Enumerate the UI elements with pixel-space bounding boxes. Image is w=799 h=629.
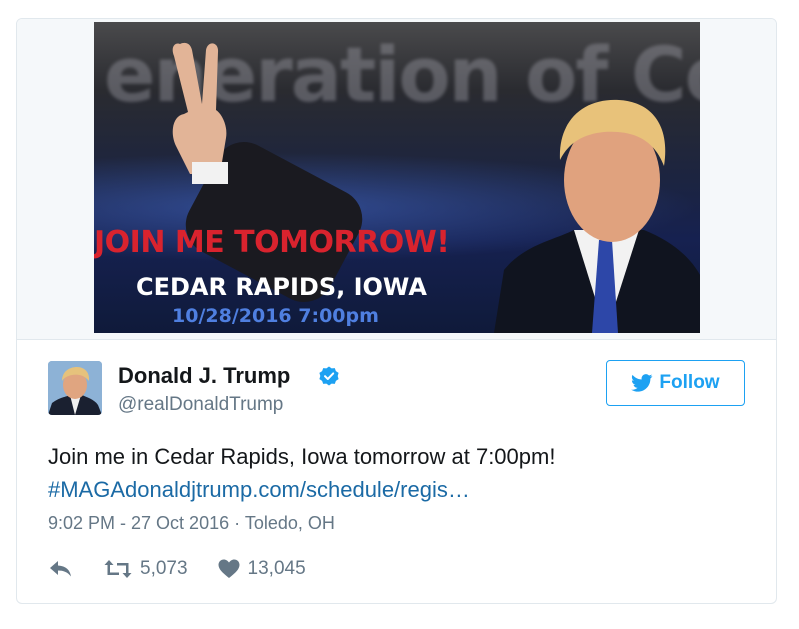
- follow-button[interactable]: Follow: [606, 360, 745, 406]
- tweet-link[interactable]: #MAGAdonaldjtrump.com/schedule/regis…: [48, 474, 470, 505]
- bird-icon: [631, 374, 653, 392]
- tweet-text: Join me in Cedar Rapids, Iowa tomorrow a…: [48, 444, 556, 469]
- like-button[interactable]: 13,045: [218, 558, 306, 580]
- image-date: 10/28/2016 7:00pm: [172, 305, 379, 327]
- peace-sign-hand: [172, 42, 228, 184]
- retweet-button[interactable]: 5,073: [104, 558, 188, 580]
- follow-button-label: Follow: [659, 372, 720, 393]
- like-count: 13,045: [247, 558, 306, 579]
- tweet-meta: 9:02 PM - 27 Oct 2016 · Toledo, OH: [48, 513, 335, 534]
- tweet-card: eneration of Co JOIN ME TOMORROW! CEDAR …: [16, 18, 777, 604]
- speaker-figure: [494, 99, 700, 333]
- author-handle[interactable]: @realDonaldTrump: [118, 394, 283, 416]
- meta-separator: ·: [234, 513, 241, 533]
- reply-icon: [50, 561, 71, 577]
- heart-icon: [218, 559, 240, 578]
- verified-badge-icon: [319, 366, 339, 386]
- media-container: eneration of Co JOIN ME TOMORROW! CEDAR …: [17, 19, 776, 340]
- image-subheadline: CEDAR RAPIDS, IOWA: [136, 273, 427, 301]
- tweet-location[interactable]: Toledo, OH: [245, 513, 335, 533]
- retweet-icon: [104, 560, 132, 578]
- reply-button[interactable]: [48, 559, 74, 579]
- avatar[interactable]: [48, 361, 102, 415]
- avatar-image: [48, 361, 102, 415]
- tweet-timestamp[interactable]: 9:02 PM - 27 Oct 2016: [48, 513, 229, 533]
- image-headline: JOIN ME TOMORROW!: [94, 225, 450, 260]
- tweet-actions: 5,073 13,045: [48, 557, 306, 581]
- tweet-image[interactable]: eneration of Co JOIN ME TOMORROW! CEDAR …: [94, 22, 700, 333]
- retweet-count: 5,073: [140, 558, 188, 579]
- author-name[interactable]: Donald J. Trump: [118, 363, 290, 389]
